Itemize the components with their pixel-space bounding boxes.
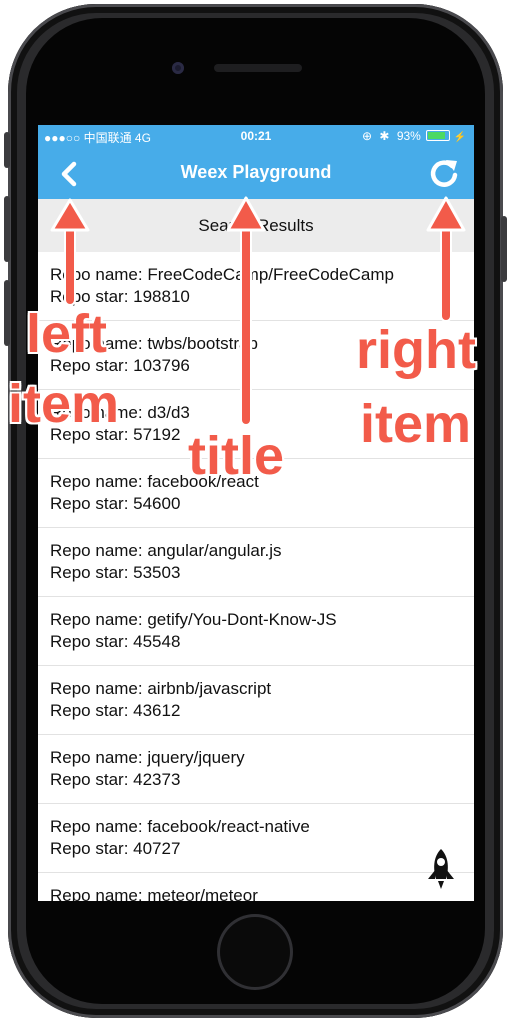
annotation-right-item-line1: right	[356, 320, 476, 380]
annotation-title: title	[188, 426, 285, 486]
annotation-right-item-line2: item	[360, 394, 472, 454]
annotation-left-item-line2: item	[8, 374, 120, 434]
annotation-arrows	[50, 196, 466, 426]
annotation-left-item-line1: left	[26, 304, 107, 364]
